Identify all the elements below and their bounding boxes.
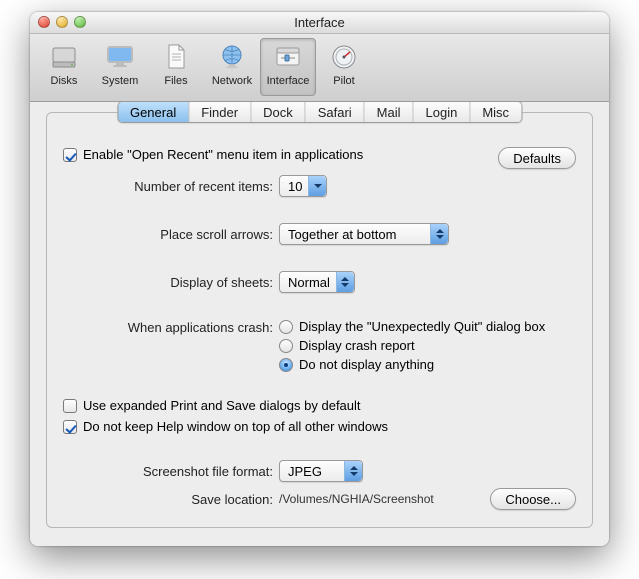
scroll-arrows-label: Place scroll arrows: <box>63 227 279 242</box>
crash-option-label: Display crash report <box>299 338 415 353</box>
tab-login[interactable]: Login <box>414 102 471 122</box>
chevron-down-icon <box>308 176 326 196</box>
toolbar-label: Disks <box>51 75 78 87</box>
toolbar-item-pilot[interactable]: Pilot <box>316 38 372 96</box>
toolbar: Disks System Files Network <box>30 34 609 102</box>
toolbar-label: Files <box>164 75 187 87</box>
help-on-top-checkbox[interactable] <box>63 420 77 434</box>
tab-dock[interactable]: Dock <box>251 102 306 122</box>
sheets-popup[interactable]: Normal <box>279 271 355 293</box>
recent-items-popup[interactable]: 10 <box>279 175 327 197</box>
crash-label: When applications crash: <box>63 319 279 335</box>
crash-radio-report[interactable] <box>279 339 293 353</box>
close-button[interactable] <box>38 16 50 28</box>
window-title: Interface <box>294 15 345 30</box>
updown-icon <box>336 272 354 292</box>
toolbar-label: Interface <box>267 75 310 87</box>
crash-radio-dialog[interactable] <box>279 320 293 334</box>
tab-mail[interactable]: Mail <box>365 102 414 122</box>
tab-finder[interactable]: Finder <box>189 102 251 122</box>
gauge-icon <box>328 41 360 73</box>
toolbar-label: System <box>102 75 139 87</box>
scroll-arrows-popup[interactable]: Together at bottom <box>279 223 449 245</box>
screenshot-format-popup[interactable]: JPEG <box>279 460 363 482</box>
tab-safari[interactable]: Safari <box>306 102 365 122</box>
globe-icon <box>216 41 248 73</box>
zoom-button[interactable] <box>74 16 86 28</box>
sheets-value: Normal <box>288 275 336 290</box>
minimize-button[interactable] <box>56 16 68 28</box>
save-location-label: Save location: <box>63 492 279 507</box>
tab-general[interactable]: General <box>118 102 189 122</box>
save-location-value: /Volumes/NGHIA/Screenshot <box>279 492 434 506</box>
slider-icon <box>272 41 304 73</box>
toolbar-item-files[interactable]: Files <box>148 38 204 96</box>
toolbar-label: Network <box>212 75 252 87</box>
disk-icon <box>48 41 80 73</box>
enable-open-recent-checkbox[interactable] <box>63 148 77 162</box>
toolbar-label: Pilot <box>333 75 354 87</box>
expanded-dialogs-checkbox[interactable] <box>63 399 77 413</box>
enable-open-recent-label: Enable "Open Recent" menu item in applic… <box>83 147 363 162</box>
preferences-window: Interface Disks System Files <box>30 12 609 546</box>
toolbar-item-network[interactable]: Network <box>204 38 260 96</box>
toolbar-item-disks[interactable]: Disks <box>36 38 92 96</box>
scroll-arrows-value: Together at bottom <box>288 227 430 242</box>
general-panel: General Finder Dock Safari Mail Login Mi… <box>46 112 593 528</box>
toolbar-item-interface[interactable]: Interface <box>260 38 316 96</box>
screenshot-format-value: JPEG <box>288 464 344 479</box>
screenshot-format-label: Screenshot file format: <box>63 464 279 479</box>
crash-option-label: Display the "Unexpectedly Quit" dialog b… <box>299 319 545 334</box>
defaults-button[interactable]: Defaults <box>498 147 576 169</box>
choose-button[interactable]: Choose... <box>490 488 576 510</box>
expanded-dialogs-label: Use expanded Print and Save dialogs by d… <box>83 398 361 413</box>
crash-radio-none[interactable] <box>279 358 293 372</box>
sheets-label: Display of sheets: <box>63 275 279 290</box>
recent-items-value: 10 <box>288 179 308 194</box>
window-controls <box>38 16 86 28</box>
tab-bar: General Finder Dock Safari Mail Login Mi… <box>117 101 522 123</box>
tab-misc[interactable]: Misc <box>470 102 521 122</box>
updown-icon <box>430 224 448 244</box>
help-on-top-label: Do not keep Help window on top of all ot… <box>83 419 388 434</box>
crash-option-label: Do not display anything <box>299 357 434 372</box>
recent-items-label: Number of recent items: <box>83 179 279 194</box>
updown-icon <box>344 461 362 481</box>
file-icon <box>160 41 192 73</box>
titlebar: Interface <box>30 12 609 34</box>
monitor-icon <box>104 41 136 73</box>
toolbar-item-system[interactable]: System <box>92 38 148 96</box>
